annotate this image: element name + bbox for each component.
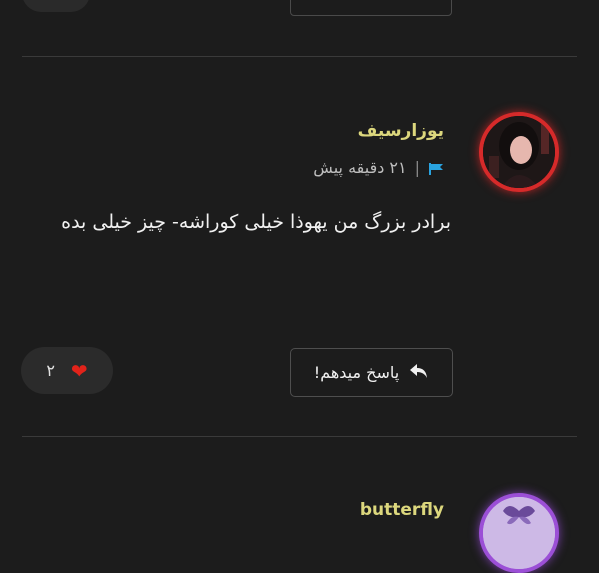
reply-button[interactable]: پاسخ میدهم!	[290, 348, 453, 397]
comment-meta: | ۲۱ دقیقه پیش	[313, 158, 444, 177]
butterfly-icon	[483, 497, 555, 569]
avatar[interactable]	[479, 493, 559, 573]
flag-icon	[428, 161, 444, 175]
previous-reply-button[interactable]	[290, 0, 452, 16]
divider	[22, 56, 577, 57]
avatar[interactable]	[479, 112, 559, 192]
previous-like-button[interactable]	[22, 0, 90, 12]
divider	[22, 436, 577, 437]
timestamp: ۲۱ دقیقه پیش	[313, 158, 407, 177]
comment-text: برادر بزرگ من یهوذا خیلی کوراشه- چیز خیل…	[61, 211, 451, 233]
heart-icon: ❤	[70, 358, 88, 383]
reply-label: پاسخ میدهم!	[313, 363, 400, 382]
separator: |	[414, 158, 420, 177]
username[interactable]: butterfly	[360, 500, 444, 520]
avatar-photo	[483, 116, 555, 188]
username[interactable]: یوزارسیف	[358, 121, 444, 141]
reply-icon	[409, 362, 429, 384]
like-count: ۲	[46, 361, 55, 380]
like-button[interactable]: ۲ ❤	[21, 347, 113, 394]
